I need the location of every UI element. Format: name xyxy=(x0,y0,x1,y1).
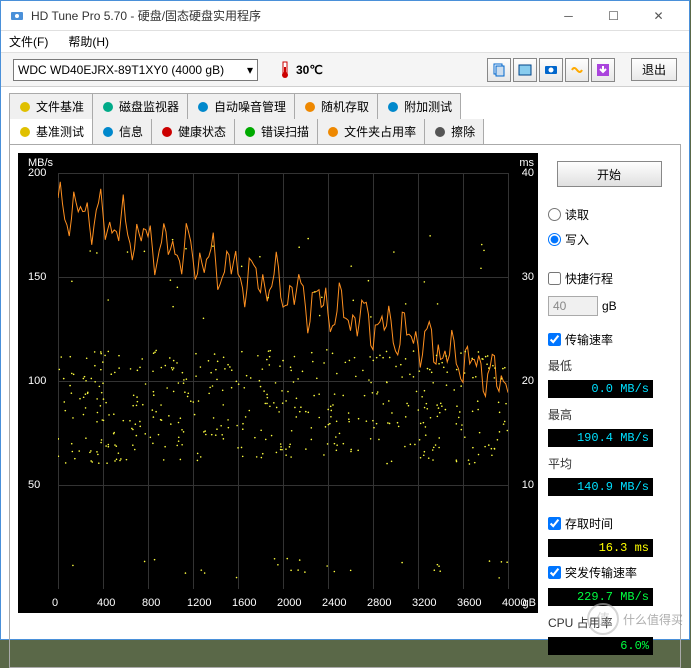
copy-info-button[interactable] xyxy=(487,58,511,82)
max-label: 最高 xyxy=(548,406,670,423)
chart-plot xyxy=(58,173,508,589)
min-value: 0.0 MB/s xyxy=(548,380,653,398)
maximize-button[interactable]: ☐ xyxy=(591,1,636,30)
chevron-down-icon: ▾ xyxy=(247,63,253,77)
drive-selector[interactable]: WDC WD40EJRX-89T1XY0 (4000 gB) ▾ xyxy=(13,59,258,81)
tabs: 文件基准磁盘监视器自动噪音管理随机存取附加测试 基准测试信息健康状态错误扫描文件… xyxy=(1,87,689,144)
access-value: 16.3 ms xyxy=(548,539,653,557)
read-radio[interactable]: 读取 xyxy=(548,205,670,224)
watermark: 值 什么值得买 xyxy=(587,603,683,635)
avg-label: 平均 xyxy=(548,455,670,472)
menu-help[interactable]: 帮助(H) xyxy=(64,31,113,52)
side-panel: 开始 读取 写入 快捷行程 gB 传输速率 最低 0.0 MB/s 最高 190… xyxy=(546,153,672,659)
menu-file[interactable]: 文件(F) xyxy=(5,31,52,52)
toolbar: WDC WD40EJRX-89T1XY0 (4000 gB) ▾ 30℃ 退出 xyxy=(1,53,689,87)
menubar: 文件(F) 帮助(H) xyxy=(1,31,689,53)
app-icon xyxy=(9,8,25,24)
min-label: 最低 xyxy=(548,357,670,374)
tab-文件基准[interactable]: 文件基准 xyxy=(9,93,93,119)
benchmark-chart: MB/s ms 20015010050 40302010 04008001200… xyxy=(18,153,538,613)
avg-value: 140.9 MB/s xyxy=(548,478,653,496)
options-button[interactable] xyxy=(565,58,589,82)
exit-button[interactable]: 退出 xyxy=(631,58,677,81)
cpu-value: 6.0% xyxy=(548,637,653,655)
content-area: MB/s ms 20015010050 40302010 04008001200… xyxy=(9,144,681,668)
tab-附加测试[interactable]: 附加测试 xyxy=(377,93,461,119)
tab-随机存取[interactable]: 随机存取 xyxy=(294,93,378,119)
tab-健康状态[interactable]: 健康状态 xyxy=(151,119,235,144)
write-radio[interactable]: 写入 xyxy=(548,230,670,249)
tab-自动噪音管理[interactable]: 自动噪音管理 xyxy=(187,93,295,119)
watermark-icon: 值 xyxy=(587,603,619,635)
stroke-spinner[interactable] xyxy=(548,296,598,316)
tab-错误扫描[interactable]: 错误扫描 xyxy=(234,119,318,144)
temperature-display: 30℃ xyxy=(278,61,323,79)
tab-文件夹占用率[interactable]: 文件夹占用率 xyxy=(317,119,425,144)
tab-磁盘监视器[interactable]: 磁盘监视器 xyxy=(92,93,188,119)
tab-擦除[interactable]: 擦除 xyxy=(424,119,484,144)
burst-checkbox[interactable]: 突发传输速率 xyxy=(548,563,670,582)
tab-信息[interactable]: 信息 xyxy=(92,119,152,144)
start-button[interactable]: 开始 xyxy=(557,161,662,187)
x-unit: gB xyxy=(523,597,536,609)
titlebar: HD Tune Pro 5.70 - 硬盘/固态硬盘实用程序 ─ ☐ ✕ xyxy=(1,1,689,31)
max-value: 190.4 MB/s xyxy=(548,429,653,447)
app-window: HD Tune Pro 5.70 - 硬盘/固态硬盘实用程序 ─ ☐ ✕ 文件(… xyxy=(0,0,690,640)
close-button[interactable]: ✕ xyxy=(636,1,681,30)
save-screenshot-button[interactable] xyxy=(539,58,563,82)
save-button[interactable] xyxy=(591,58,615,82)
short-stroke-checkbox[interactable]: 快捷行程 xyxy=(548,269,670,288)
minimize-button[interactable]: ─ xyxy=(546,1,591,30)
transfer-rate-checkbox[interactable]: 传输速率 xyxy=(548,330,670,349)
access-time-checkbox[interactable]: 存取时间 xyxy=(548,514,670,533)
window-title: HD Tune Pro 5.70 - 硬盘/固态硬盘实用程序 xyxy=(31,7,546,24)
tab-基准测试[interactable]: 基准测试 xyxy=(9,119,93,144)
thermometer-icon xyxy=(278,61,292,79)
copy-screenshot-button[interactable] xyxy=(513,58,537,82)
